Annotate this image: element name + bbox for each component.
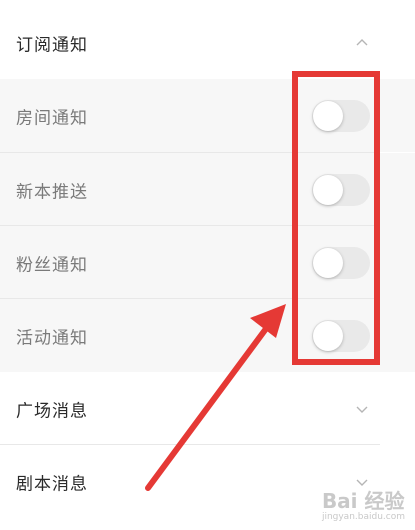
- chevron-down-icon: [356, 406, 368, 413]
- section-title-plaza: 广场消息: [16, 401, 88, 421]
- setting-label-fans: 粉丝通知: [16, 255, 88, 275]
- setting-label-new-script: 新本推送: [16, 182, 88, 202]
- settings-screen: 订阅通知 房间通知 新本推送 粉丝通知 活动通知 广场消息 剧本消息 Bai 经…: [0, 0, 415, 530]
- watermark-url: jingyan.baidu.com: [321, 512, 405, 522]
- section-header-subscribe[interactable]: 订阅通知: [0, 6, 415, 79]
- watermark-brand: Bai 经验: [321, 489, 405, 513]
- watermark: Bai 经验 jingyan.baidu.com: [322, 485, 405, 522]
- setting-label-room: 房间通知: [16, 108, 88, 128]
- setting-label-activity: 活动通知: [16, 328, 88, 348]
- section-title-subscribe: 订阅通知: [16, 35, 88, 55]
- section-header-plaza[interactable]: 广场消息: [0, 372, 415, 445]
- chevron-up-icon: [356, 38, 368, 45]
- section-title-script: 剧本消息: [16, 474, 88, 494]
- highlight-box: [292, 71, 380, 365]
